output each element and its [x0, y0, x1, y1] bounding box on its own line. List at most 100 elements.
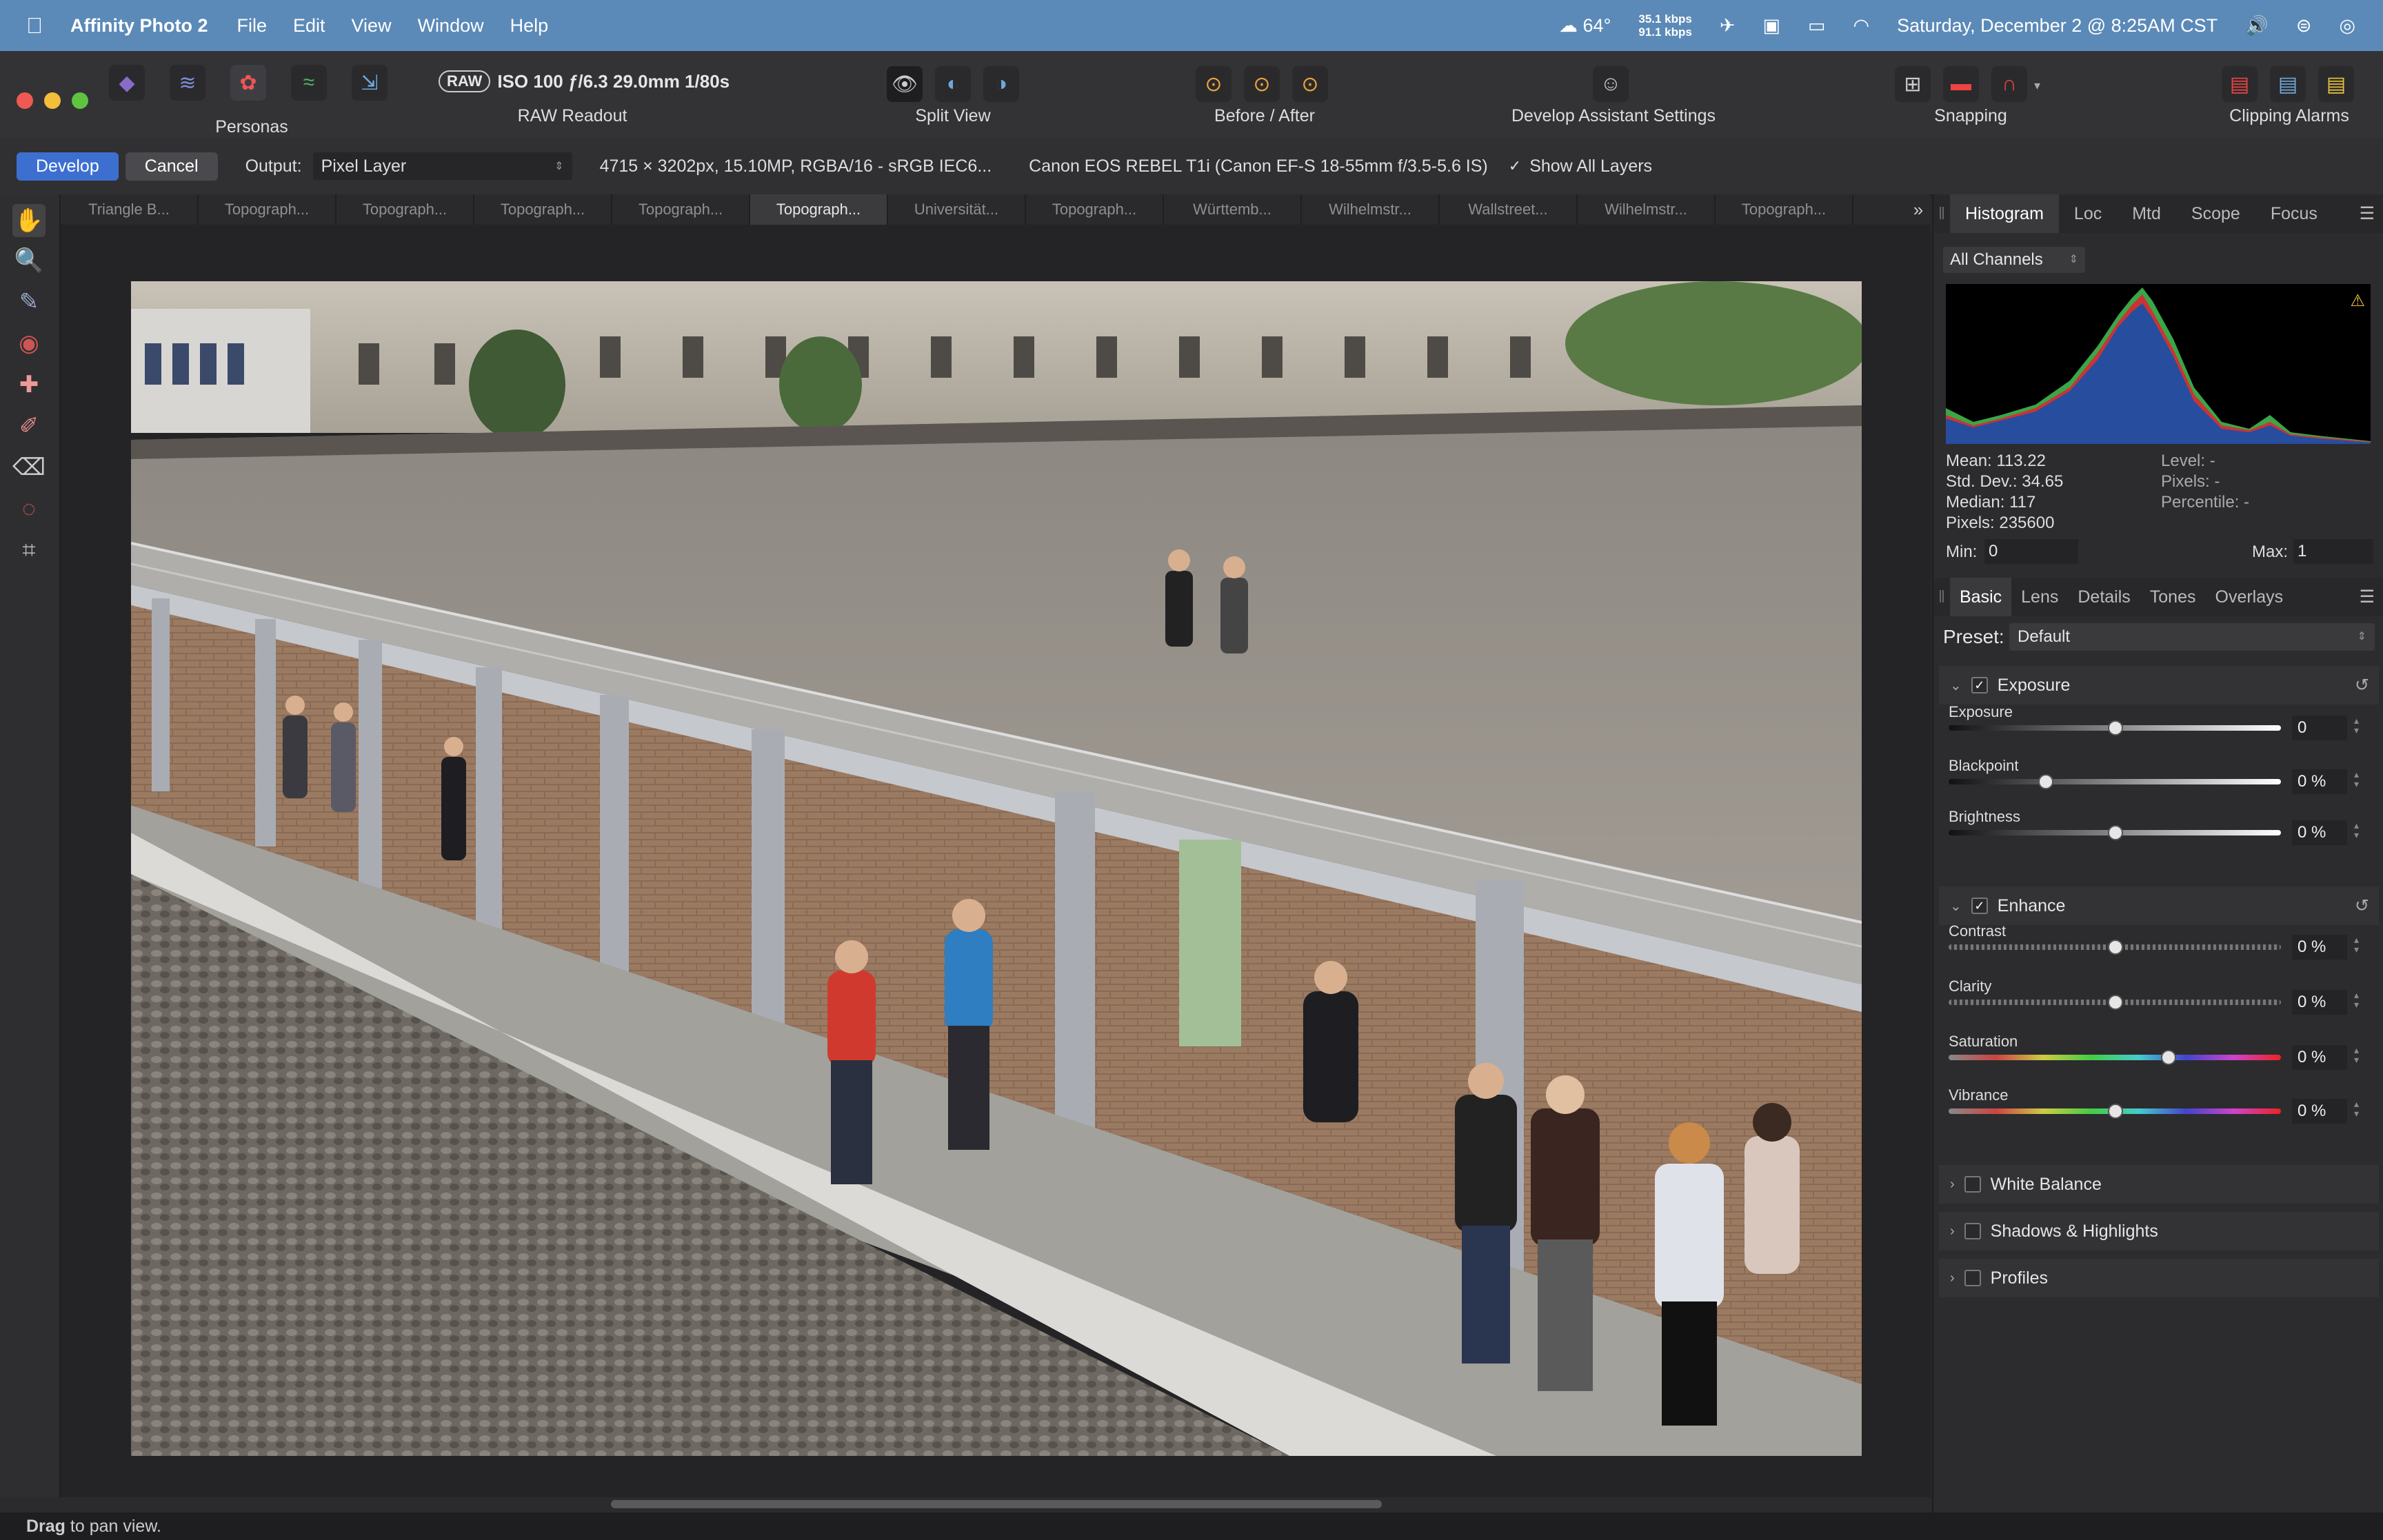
warning-icon[interactable]: ⚠ [2350, 291, 2365, 311]
brightness-stepper-icon[interactable]: ▴ ▾ [2354, 820, 2359, 840]
panel-menu-icon[interactable]: ☰ [2360, 203, 2375, 224]
document-tab[interactable]: Topograph... [750, 194, 888, 225]
tab-scope[interactable]: Scope [2176, 194, 2255, 233]
clarity-value-input[interactable]: 0 % [2292, 990, 2347, 1015]
shadows-highlights-section-header[interactable]: › Shadows & Highlights [1939, 1212, 2379, 1250]
weather-widget[interactable]: ☁ 64° [1559, 15, 1611, 37]
clarity-slider[interactable] [1949, 995, 2281, 1010]
screen-share-icon[interactable]: ▣ [1763, 15, 1781, 37]
exposure-enable-checkbox[interactable]: ✓ [1971, 677, 1988, 693]
close-window-button[interactable] [17, 92, 33, 109]
zoom-window-button[interactable] [72, 92, 88, 109]
photo-persona-icon[interactable]: ◆ [109, 65, 145, 101]
profiles-enable-checkbox[interactable] [1964, 1270, 1981, 1286]
tab-histogram[interactable]: Histogram [1950, 194, 2059, 233]
photo-canvas[interactable] [131, 281, 1862, 1456]
crop-tool-icon[interactable]: ⌗ [12, 534, 46, 567]
document-tab[interactable]: Württemb... [1164, 194, 1302, 225]
tab-mtd[interactable]: Mtd [2117, 194, 2176, 233]
clipping-shadows-icon[interactable]: ▤ [2270, 66, 2306, 102]
app-menu[interactable]: Affinity Photo 2 [70, 15, 208, 37]
liquify-persona-icon[interactable]: ≋ [170, 65, 205, 101]
menu-file[interactable]: File [237, 15, 267, 37]
saturation-slider[interactable] [1949, 1050, 2281, 1065]
exposure-value-input[interactable]: 0 [2292, 716, 2347, 740]
document-tab[interactable]: Wallstreet... [1440, 194, 1578, 225]
red-eye-tool-icon[interactable]: ◉ [12, 327, 46, 360]
document-tab[interactable]: Wilhelmstr... [1578, 194, 1716, 225]
snapping-options-icon[interactable]: ▬ [1943, 66, 1979, 102]
channel-select[interactable]: All Channels ⇕ [1943, 247, 2085, 273]
clock[interactable]: Saturday, December 2 @ 8:25AM CST [1897, 15, 2218, 37]
saturation-stepper-icon[interactable]: ▴ ▾ [2354, 1045, 2359, 1064]
overlay-paint-tool-icon[interactable]: ✐ [12, 409, 46, 443]
zoom-tool-icon[interactable]: 🔍 [12, 244, 46, 277]
document-tab[interactable]: Topograph... [199, 194, 336, 225]
menu-window[interactable]: Window [418, 15, 484, 37]
enhance-enable-checkbox[interactable]: ✓ [1971, 898, 1988, 914]
panel-grip-icon[interactable]: ‖ [1933, 587, 1950, 607]
exposure-stepper-icon[interactable]: ▴ ▾ [2354, 716, 2359, 735]
output-select[interactable]: Pixel Layer ⇕ [312, 152, 572, 180]
snapping-dropdown-icon[interactable]: ▾ [2034, 79, 2040, 93]
clarity-stepper-icon[interactable]: ▴ ▾ [2354, 990, 2359, 1009]
preset-select[interactable]: Default ⇕ [2009, 623, 2375, 651]
before-after-b-icon[interactable]: ⊙ [1244, 66, 1280, 102]
minimize-window-button[interactable] [44, 92, 61, 109]
develop-button[interactable]: Develop [17, 152, 119, 181]
panel-grip-icon[interactable]: ‖ [1933, 204, 1950, 224]
cancel-button[interactable]: Cancel [125, 152, 218, 181]
snapping-magnet-icon[interactable]: ∩ [1991, 66, 2027, 102]
tab-basic[interactable]: Basic [1950, 578, 2012, 616]
tone-mapping-persona-icon[interactable]: ≈ [291, 65, 327, 101]
overlay-gradient-tool-icon[interactable]: ◌ [12, 492, 46, 525]
brightness-slider[interactable] [1949, 825, 2281, 840]
document-tab[interactable]: Topograph... [1716, 194, 1853, 225]
clipping-tones-icon[interactable]: ▤ [2318, 66, 2354, 102]
brightness-slider-knob[interactable] [2108, 825, 2123, 840]
reset-icon[interactable]: ↺ [2355, 675, 2369, 696]
apple-icon[interactable]:  [26, 13, 43, 39]
tab-loc[interactable]: Loc [2059, 194, 2117, 233]
enhance-section-header[interactable]: ⌄ ✓ Enhance ↺ [1939, 886, 2379, 925]
overlay-erase-tool-icon[interactable]: ⌫ [12, 451, 46, 484]
snapping-icon[interactable]: ⊞ [1895, 66, 1931, 102]
document-tab[interactable]: Topograph... [336, 194, 474, 225]
view-tool-icon[interactable]: ✋ [12, 204, 46, 237]
control-center-icon[interactable]: ⊜ [2296, 15, 2312, 37]
tab-details[interactable]: Details [2068, 578, 2140, 616]
mirror-view-icon[interactable]: ◑ [983, 66, 1019, 102]
tab-overlays[interactable]: Overlays [2206, 578, 2293, 616]
develop-assistant-icon[interactable]: ☺ [1593, 66, 1629, 102]
clipping-highlights-icon[interactable]: ▤ [2222, 66, 2258, 102]
before-after-a-icon[interactable]: ⊙ [1196, 66, 1231, 102]
wifi-icon[interactable]: ◠ [1853, 15, 1870, 37]
exposure-slider-knob[interactable] [2108, 720, 2123, 736]
reset-icon[interactable]: ↺ [2355, 895, 2369, 916]
min-input[interactable]: 0 [1984, 539, 2078, 564]
split-view-icon[interactable]: ◐ [935, 66, 971, 102]
before-after-swap-icon[interactable]: ⊙ [1292, 66, 1328, 102]
clarity-slider-knob[interactable] [2108, 995, 2123, 1010]
contrast-value-input[interactable]: 0 % [2292, 935, 2347, 960]
white-balance-section-header[interactable]: › White Balance [1939, 1165, 2379, 1204]
show-all-layers-toggle[interactable]: ✓ Show All Layers [1509, 156, 1652, 176]
blackpoint-stepper-icon[interactable]: ▴ ▾ [2354, 769, 2359, 789]
blemish-tool-icon[interactable]: ✚ [12, 368, 46, 401]
vibrance-stepper-icon[interactable]: ▴ ▾ [2354, 1099, 2359, 1118]
single-view-icon[interactable]: 👁 [887, 66, 923, 102]
exposure-slider[interactable] [1949, 720, 2281, 736]
profiles-section-header[interactable]: › Profiles [1939, 1259, 2379, 1297]
vibrance-slider-knob[interactable] [2108, 1104, 2123, 1119]
panel-menu-icon[interactable]: ☰ [2360, 587, 2375, 607]
document-tab[interactable]: Triangle B... [61, 194, 199, 225]
blackpoint-slider[interactable] [1949, 774, 2281, 789]
bird-icon[interactable]: ✈ [1720, 15, 1736, 37]
contrast-slider-knob[interactable] [2108, 940, 2123, 955]
vibrance-slider[interactable] [1949, 1104, 2281, 1119]
siri-icon[interactable]: ◎ [2339, 15, 2355, 37]
menu-help[interactable]: Help [510, 15, 549, 37]
tab-focus[interactable]: Focus [2255, 194, 2333, 233]
export-persona-icon[interactable]: ⇲ [352, 65, 388, 101]
contrast-slider[interactable] [1949, 940, 2281, 955]
